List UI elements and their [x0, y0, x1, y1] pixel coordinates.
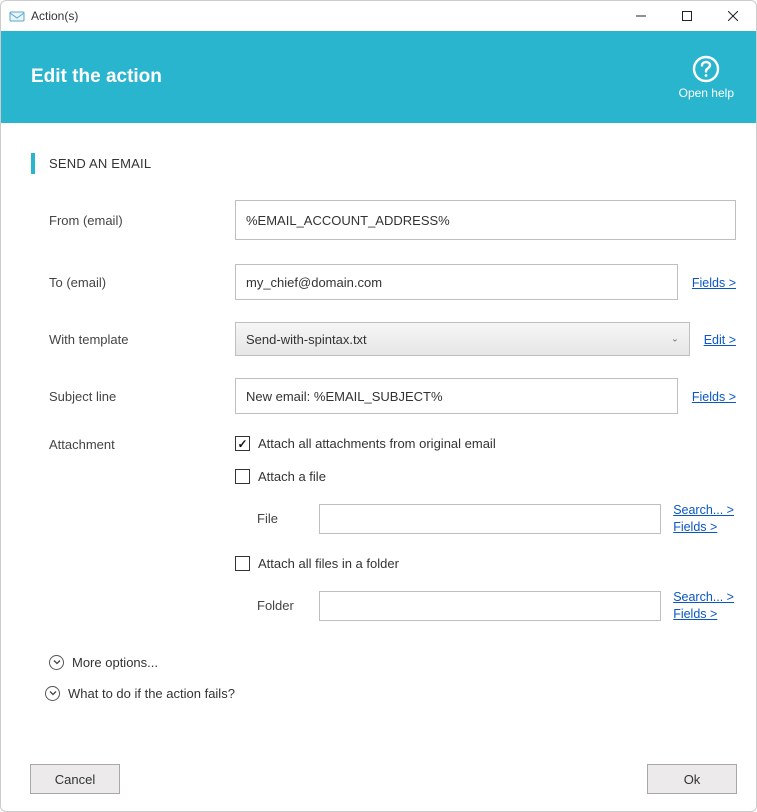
attach-file-label: Attach a file: [258, 469, 326, 484]
cancel-button[interactable]: Cancel: [30, 764, 120, 794]
folder-search-link[interactable]: Search... >: [673, 589, 734, 606]
minimize-button[interactable]: [618, 1, 664, 31]
template-dropdown[interactable]: Send-with-spintax.txt ⌄: [235, 322, 690, 356]
folder-fields-link[interactable]: Fields >: [673, 606, 717, 623]
to-fields-link[interactable]: Fields >: [692, 276, 736, 290]
help-icon: [691, 54, 721, 84]
subject-label: Subject line: [31, 389, 235, 404]
subject-input[interactable]: [235, 378, 678, 414]
file-sublabel: File: [257, 511, 319, 526]
ok-button[interactable]: Ok: [647, 764, 737, 794]
more-options-label: More options...: [72, 655, 158, 670]
chevron-down-icon: [45, 686, 60, 701]
attach-folder-label: Attach all files in a folder: [258, 556, 399, 571]
attach-file-checkbox[interactable]: [235, 469, 250, 484]
open-help-button[interactable]: Open help: [679, 54, 734, 100]
close-button[interactable]: [710, 1, 756, 31]
attachment-label: Attachment: [31, 436, 235, 643]
section-title: SEND AN EMAIL: [31, 153, 740, 174]
template-label: With template: [31, 332, 235, 347]
on-fail-expander[interactable]: What to do if the action fails?: [45, 686, 740, 701]
folder-path-input[interactable]: [319, 591, 661, 621]
template-edit-link[interactable]: Edit >: [704, 333, 736, 347]
template-selected: Send-with-spintax.txt: [246, 332, 367, 347]
app-icon: [9, 8, 25, 24]
more-options-expander[interactable]: More options...: [49, 655, 740, 670]
to-label: To (email): [31, 275, 235, 290]
page-title: Edit the action: [31, 66, 679, 88]
from-email-input[interactable]: [235, 200, 736, 240]
subject-fields-link[interactable]: Fields >: [692, 390, 736, 404]
folder-sublabel: Folder: [257, 598, 319, 613]
chevron-down-icon: ⌄: [671, 334, 679, 345]
attach-all-checkbox[interactable]: [235, 436, 250, 451]
on-fail-label: What to do if the action fails?: [68, 686, 235, 701]
from-label: From (email): [31, 213, 235, 228]
file-path-input[interactable]: [319, 504, 661, 534]
open-help-label: Open help: [679, 86, 734, 100]
window-title: Action(s): [31, 9, 618, 23]
file-fields-link[interactable]: Fields >: [673, 519, 717, 536]
attach-all-label: Attach all attachments from original ema…: [258, 436, 496, 451]
attach-folder-checkbox[interactable]: [235, 556, 250, 571]
chevron-down-icon: [49, 655, 64, 670]
to-email-input[interactable]: [235, 264, 678, 300]
maximize-button[interactable]: [664, 1, 710, 31]
file-search-link[interactable]: Search... >: [673, 502, 734, 519]
